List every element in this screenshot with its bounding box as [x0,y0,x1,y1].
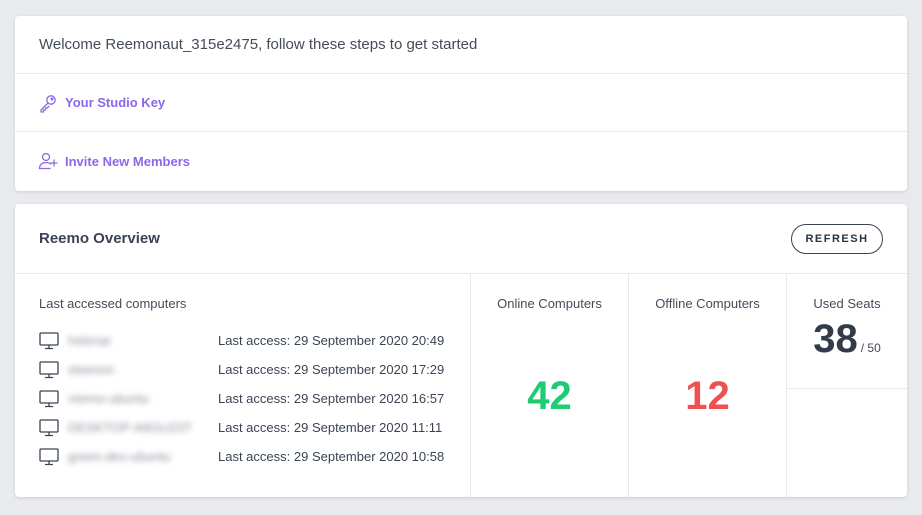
used-seats-panel: Used Seats 38 / 50 [787,274,907,497]
online-computers-count: 42 [527,374,572,418]
computer-name: DESKTOP-A8GU23T [68,420,193,435]
used-seats-count: 38 [813,317,858,361]
overview-title: Reemo Overview [39,230,160,247]
last-accessed-title: Last accessed computers [39,296,187,311]
monitor-icon [39,331,59,349]
key-icon [40,94,56,113]
monitor-icon [39,360,59,378]
offline-computers-label: Offline Computers [655,296,760,311]
total-seats: / 50 [860,341,881,355]
computer-name: green-dev-ubuntu [68,449,171,464]
computer-last-access: Last access: 29 September 2020 20:49 [218,333,445,348]
computer-row[interactable]: steenon Last access: 29 September 2020 1… [39,355,470,384]
monitor-icon [39,389,59,407]
computer-name: steenon [68,362,115,377]
invite-members-link[interactable]: Invite New Members [15,132,907,190]
computer-last-access: Last access: 29 September 2020 11:11 [218,420,443,435]
studio-key-link[interactable]: Your Studio Key [15,74,907,132]
monitor-icon [39,418,59,436]
online-computers-label: Online Computers [497,296,602,311]
overview-header: Reemo Overview REFRESH [15,204,907,274]
overview-body: Last accessed computers helenar Last acc… [15,274,907,497]
add-user-icon [38,152,58,170]
used-seats-box: Used Seats 38 / 50 [787,274,907,389]
offline-computers-panel: Offline Computers 12 [629,274,787,497]
used-seats-values: 38 / 50 [787,317,907,362]
online-computers-panel: Online Computers 42 [471,274,629,497]
computer-last-access: Last access: 29 September 2020 16:57 [218,391,445,406]
computer-last-access: Last access: 29 September 2020 17:29 [218,362,445,377]
welcome-message: Welcome Reemonaut_315e2475, follow these… [39,36,478,53]
offline-computers-count: 12 [685,374,730,418]
last-accessed-panel: Last accessed computers helenar Last acc… [15,274,471,497]
computer-row[interactable]: green-dev-ubuntu Last access: 29 Septemb… [39,442,470,471]
computer-name: reemo-ubuntu [68,391,149,406]
computer-last-access: Last access: 29 September 2020 10:58 [218,449,445,464]
welcome-header: Welcome Reemonaut_315e2475, follow these… [15,16,907,74]
used-seats-label: Used Seats [813,296,881,311]
computer-row[interactable]: DESKTOP-A8GU23T Last access: 29 Septembe… [39,413,470,442]
computer-row[interactable]: helenar Last access: 29 September 2020 2… [39,326,470,355]
overview-card: Reemo Overview REFRESH Last accessed com… [15,204,907,497]
computer-row[interactable]: reemo-ubuntu Last access: 29 September 2… [39,384,470,413]
welcome-card: Welcome Reemonaut_315e2475, follow these… [15,16,907,191]
monitor-icon [39,447,59,465]
studio-key-label: Your Studio Key [65,95,166,110]
refresh-button[interactable]: REFRESH [791,223,883,254]
invite-members-label: Invite New Members [65,153,190,169]
computer-name: helenar [68,333,112,348]
